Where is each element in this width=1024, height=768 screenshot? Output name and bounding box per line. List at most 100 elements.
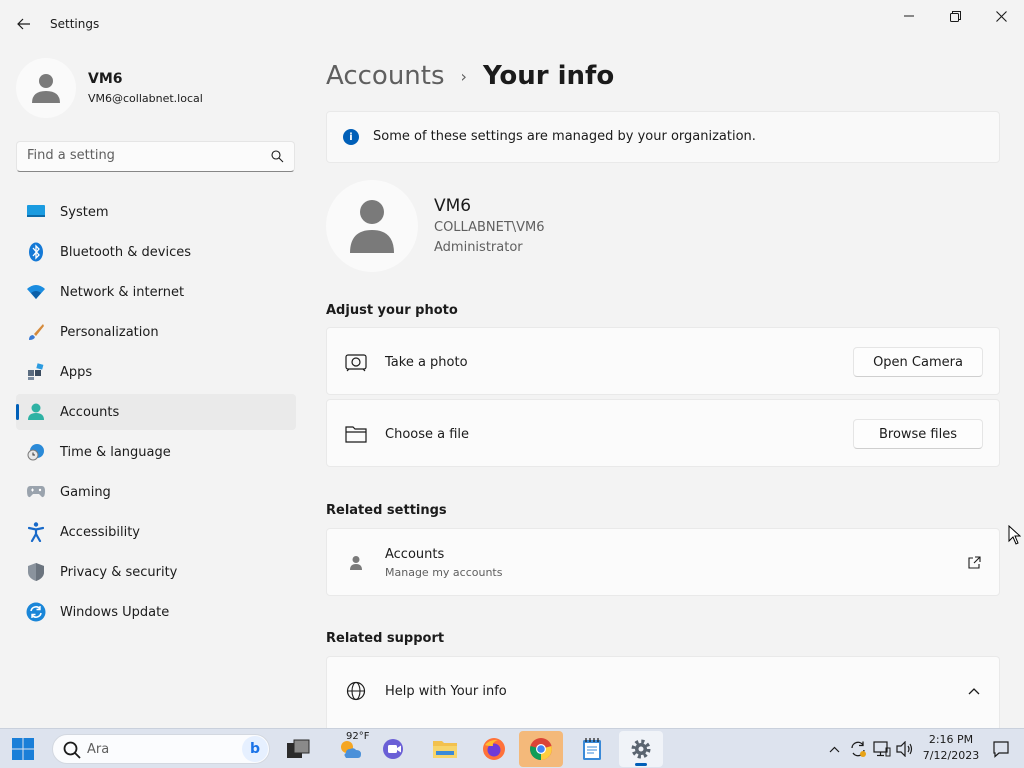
start-button[interactable]: [12, 738, 34, 764]
sidebar-item-apps[interactable]: Apps: [16, 354, 296, 390]
user-role: Administrator: [434, 240, 523, 255]
sidebar-item-personalization[interactable]: Personalization: [16, 314, 296, 350]
network-tray-button[interactable]: [872, 739, 892, 759]
title-bar: Settings: [0, 0, 1024, 48]
search-icon: [63, 741, 81, 759]
choose-file-label: Choose a file: [385, 427, 470, 442]
breadcrumb: Accounts › Your info: [326, 58, 614, 94]
taskbar-clock[interactable]: 2:16 PM 7/12/2023: [918, 732, 984, 764]
accounts-icon: [26, 403, 46, 421]
mouse-cursor-icon: [1008, 525, 1021, 545]
weather-temp: 92°F: [346, 731, 370, 742]
sidebar-item-bluetooth[interactable]: Bluetooth & devices: [16, 234, 296, 270]
profile-name: VM6: [88, 71, 123, 87]
show-hidden-icons-button[interactable]: [824, 739, 844, 759]
notepad-button[interactable]: [570, 731, 614, 767]
video-chat-icon: [383, 739, 403, 759]
sidebar-profile[interactable]: VM6 VM6@collabnet.local: [16, 58, 296, 118]
globe-clock-icon: [26, 443, 46, 461]
minimize-button[interactable]: [886, 0, 932, 32]
sidebar-item-label: System: [60, 205, 109, 220]
taskbar-search-text: Ara: [87, 742, 110, 757]
task-view-button[interactable]: [276, 731, 320, 767]
chevron-up-icon: [829, 746, 839, 752]
brush-icon: [26, 323, 46, 341]
bluetooth-icon: [26, 242, 46, 262]
chrome-icon: [530, 738, 552, 760]
related-settings-heading: Related settings: [326, 503, 447, 518]
take-photo-card: Take a photo Open Camera: [326, 327, 1000, 395]
help-your-info-label: Help with Your info: [385, 684, 507, 699]
avatar: [16, 58, 76, 118]
sidebar-item-label: Network & internet: [60, 285, 185, 300]
sidebar-item-label: Gaming: [60, 485, 111, 500]
notepad-icon: [583, 738, 601, 760]
settings-search[interactable]: [16, 141, 295, 172]
sidebar-item-label: Windows Update: [60, 605, 170, 620]
taskbar-search[interactable]: Ara b: [52, 734, 270, 764]
search-input[interactable]: [27, 148, 257, 163]
person-icon: [32, 74, 60, 103]
speaker-icon: [896, 741, 913, 757]
open-camera-button[interactable]: Open Camera: [853, 347, 983, 377]
chevron-up-icon[interactable]: [965, 682, 983, 700]
sidebar-item-network[interactable]: Network & internet: [16, 274, 296, 310]
user-domain: COLLABNET\VM6: [434, 220, 545, 235]
browse-files-button[interactable]: Browse files: [853, 419, 983, 449]
shield-icon: [26, 563, 46, 581]
sidebar-item-label: Accounts: [60, 405, 120, 420]
back-button[interactable]: [12, 12, 36, 36]
breadcrumb-accounts[interactable]: Accounts: [326, 61, 445, 91]
related-support-heading: Related support: [326, 631, 445, 646]
clock-date: 7/12/2023: [922, 749, 980, 762]
folder-icon: [433, 741, 457, 758]
info-icon: i: [343, 129, 359, 145]
notifications-button[interactable]: [992, 740, 1010, 762]
sidebar-item-label: Personalization: [60, 325, 159, 340]
update-icon: [26, 602, 46, 622]
person-icon: [350, 200, 394, 253]
person-icon: [345, 552, 367, 574]
sidebar-item-windows-update[interactable]: Windows Update: [16, 594, 296, 630]
page-title: Your info: [482, 61, 615, 91]
wifi-icon: [26, 283, 46, 301]
sidebar-item-system[interactable]: System: [16, 194, 296, 230]
close-button[interactable]: [978, 0, 1024, 32]
adjust-photo-heading: Adjust your photo: [326, 303, 458, 318]
bing-icon[interactable]: b: [242, 736, 268, 762]
sidebar-item-label: Privacy & security: [60, 565, 178, 580]
arrow-left-icon: [17, 18, 30, 30]
gamepad-icon: [26, 483, 46, 501]
sync-icon: [851, 741, 866, 757]
folder-icon: [345, 423, 367, 445]
sidebar-item-label: Bluetooth & devices: [60, 245, 191, 260]
teams-button[interactable]: [372, 731, 416, 767]
apps-icon: [26, 363, 46, 381]
sidebar-item-accounts[interactable]: Accounts: [16, 394, 296, 430]
sidebar-item-accessibility[interactable]: Accessibility: [16, 514, 296, 550]
user-name: VM6: [434, 196, 472, 216]
volume-tray-button[interactable]: [895, 739, 915, 759]
restore-icon: [949, 10, 961, 22]
sync-tray-button[interactable]: [848, 739, 868, 759]
settings-taskbar-button[interactable]: [619, 731, 663, 767]
chrome-button[interactable]: [519, 731, 563, 767]
sidebar-item-privacy-security[interactable]: Privacy & security: [16, 554, 296, 590]
file-explorer-button[interactable]: [423, 731, 467, 767]
app-title: Settings: [50, 17, 100, 31]
system-icon: [26, 203, 46, 221]
info-text: Some of these settings are managed by yo…: [373, 129, 756, 144]
sidebar-item-time-language[interactable]: Time & language: [16, 434, 296, 470]
profile-email: VM6@collabnet.local: [88, 92, 203, 105]
maximize-button[interactable]: [932, 0, 978, 32]
sidebar-item-label: Apps: [60, 365, 93, 380]
breadcrumb-separator: ›: [460, 66, 467, 86]
organization-info-bar: i Some of these settings are managed by …: [326, 111, 1000, 163]
sidebar-item-gaming[interactable]: Gaming: [16, 474, 296, 510]
search-icon[interactable]: [271, 150, 284, 163]
accounts-link-card[interactable]: Accounts Manage my accounts: [326, 528, 1000, 596]
help-your-info-card[interactable]: Help with Your info: [326, 656, 1000, 728]
clock-time: 2:16 PM: [928, 733, 974, 746]
globe-icon: [345, 680, 367, 702]
firefox-button[interactable]: [472, 731, 516, 767]
